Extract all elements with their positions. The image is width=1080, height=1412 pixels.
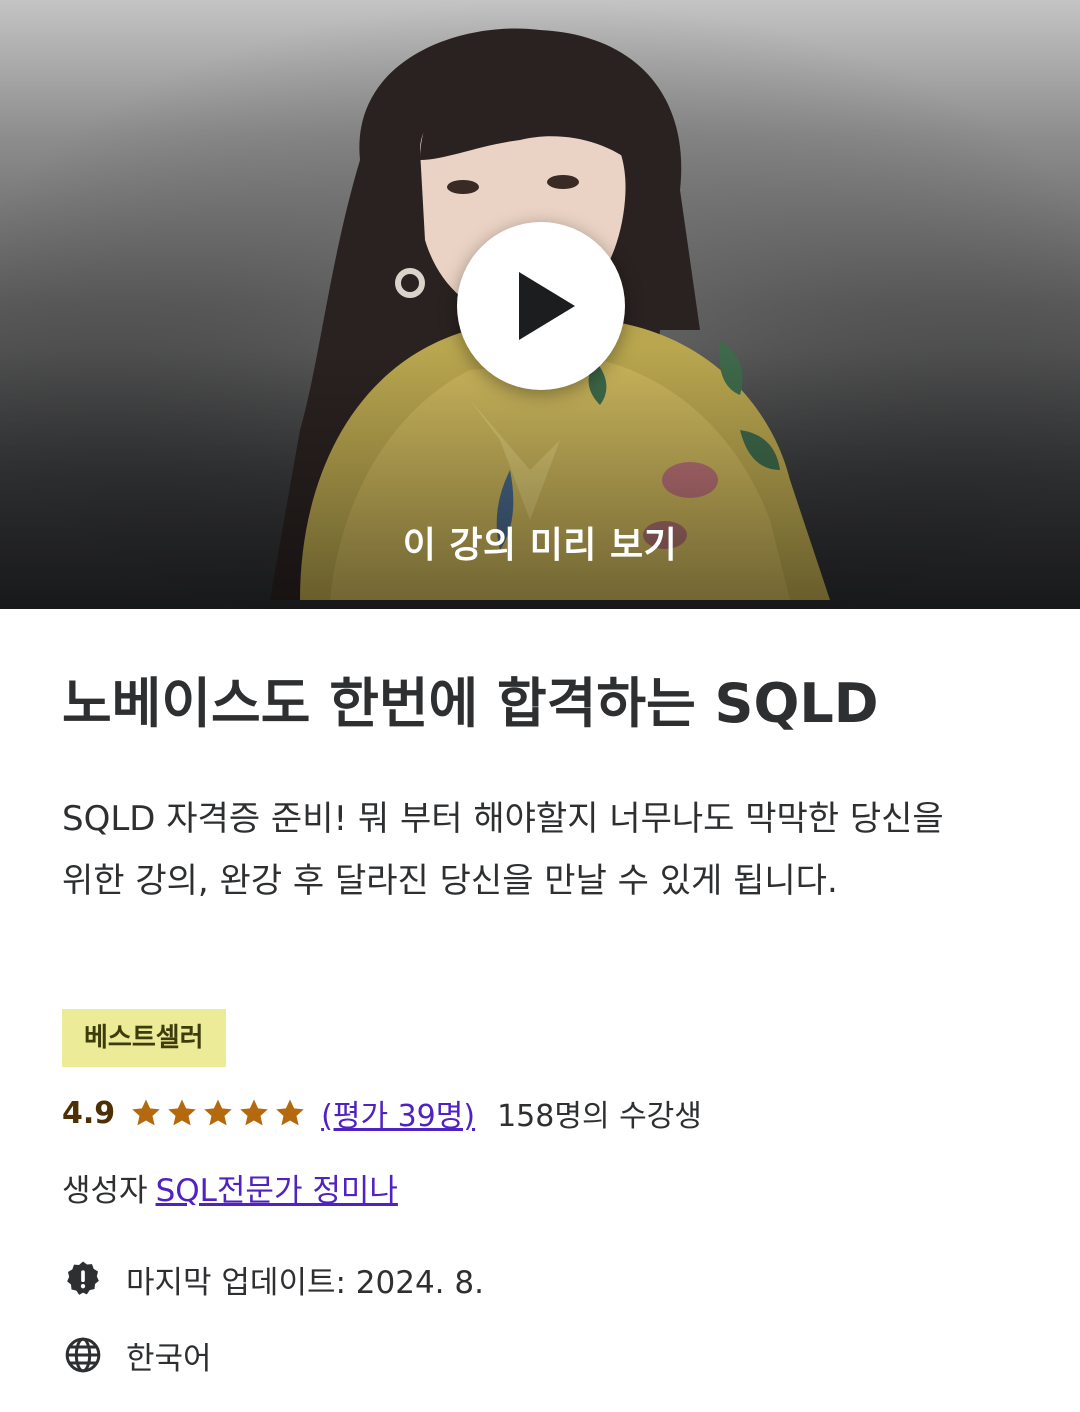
play-icon bbox=[519, 272, 575, 340]
language-text: 한국어 bbox=[126, 1340, 212, 1377]
rating-stars bbox=[129, 1096, 307, 1130]
rating-value: 4.9 bbox=[62, 1095, 116, 1131]
creator-link[interactable]: SQL전문가 정미나 bbox=[156, 1165, 398, 1210]
course-description: SQLD 자격증 준비! 뭐 부터 해야할지 너무나도 막막한 당신을 위한 강… bbox=[62, 799, 944, 901]
alert-badge-icon bbox=[62, 1258, 104, 1300]
creator-label: 생성자 bbox=[62, 1172, 148, 1209]
star-icon bbox=[204, 1099, 232, 1126]
bestseller-badge: 베스트셀러 bbox=[62, 1009, 226, 1067]
course-preview-video[interactable]: 이 강의 미리 보기 bbox=[0, 0, 1080, 609]
star-icon bbox=[132, 1099, 160, 1126]
reviews-link[interactable]: (평가 39명) bbox=[321, 1091, 475, 1135]
student-count: 158명의 수강생 bbox=[497, 1099, 702, 1134]
creator-row: 생성자 SQL전문가 정미나 bbox=[62, 1162, 398, 1212]
last-updated-row: 마지막 업데이트: 2024. 8. bbox=[62, 1254, 484, 1304]
course-page: 이 강의 미리 보기 노베이스도 한번에 합격하는 SQLD SQLD 자격증 … bbox=[0, 0, 1080, 1412]
language-row: 한국어 bbox=[62, 1330, 212, 1380]
star-icon bbox=[168, 1099, 196, 1126]
course-title: 노베이스도 한번에 합격하는 SQLD bbox=[62, 672, 879, 735]
star-icon bbox=[240, 1099, 268, 1126]
last-updated-text: 마지막 업데이트: 2024. 8. bbox=[126, 1264, 484, 1301]
rating-row: 4.9 (평가 39명) 158명의 수강생 bbox=[62, 1088, 702, 1138]
preview-label: 이 강의 미리 보기 bbox=[402, 525, 678, 566]
star-icon bbox=[276, 1099, 304, 1126]
globe-icon bbox=[62, 1334, 104, 1376]
play-button[interactable] bbox=[457, 222, 625, 390]
